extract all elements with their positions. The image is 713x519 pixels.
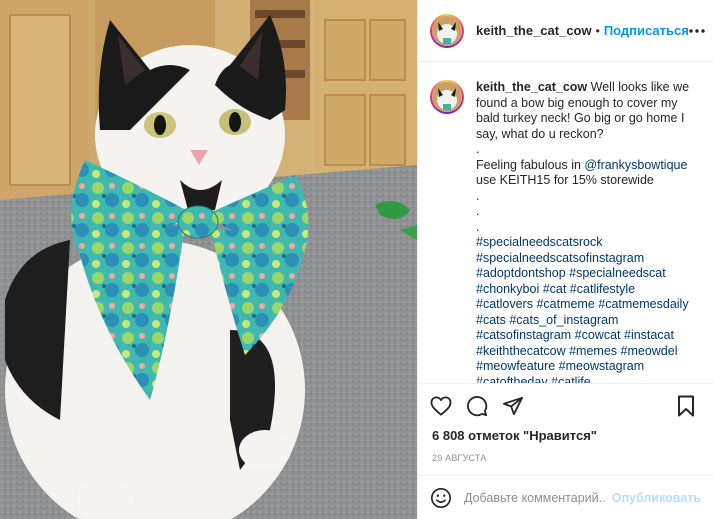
publish-button[interactable]: Опубликовать <box>612 491 701 505</box>
post-date[interactable]: 29 АВГУСТА <box>418 445 713 475</box>
hashtag-line[interactable]: #keiththecatcow #memes #meowdel <box>476 344 696 360</box>
caption-text: keith_the_cat_cow Well looks like we fou… <box>476 80 696 383</box>
bookmark-icon[interactable] <box>673 393 699 419</box>
caption-first-line: keith_the_cat_cow Well looks like we fou… <box>476 80 696 142</box>
post-side-panel: keith_the_cat_cow • Подписаться keith_th… <box>417 0 713 519</box>
post-header: keith_the_cat_cow • Подписаться <box>418 0 713 62</box>
caption-feeling-text: Feeling fabulous in <box>476 157 585 172</box>
caption-feeling-line: Feeling fabulous in @frankysbowtique <box>476 158 696 174</box>
hashtag-line[interactable]: #specialneedscatsofinstagram <box>476 251 696 267</box>
caption-promo-line: use KEITH15 for 15% storewide <box>476 173 654 187</box>
mention-link[interactable]: @frankysbowtique <box>584 158 687 172</box>
hashtag-line[interactable]: #catlovers #catmeme #catmemesdaily <box>476 297 696 313</box>
hashtag-line[interactable]: #catsofinstagram #cowcat #instacat <box>476 328 696 344</box>
emoji-icon[interactable] <box>430 486 454 510</box>
hashtag-line[interactable]: #specialneedscatsrock <box>476 235 696 251</box>
comments-section[interactable]: keith_the_cat_cow Well looks like we fou… <box>418 62 713 383</box>
cat-with-bow-image <box>0 0 417 519</box>
more-horizontal-icon[interactable] <box>689 22 705 40</box>
follow-button[interactable]: Подписаться <box>604 23 689 38</box>
header-separator: • <box>595 23 600 38</box>
caption-dot: . <box>476 188 480 203</box>
avatar-cat-icon <box>432 15 462 46</box>
caption-username-link[interactable]: keith_the_cat_cow <box>476 80 587 94</box>
post-photo[interactable] <box>0 0 417 519</box>
avatar-cat-icon <box>432 82 462 112</box>
hashtag-line[interactable]: #catoftheday #catlife <box>476 375 696 384</box>
caption-dot: . <box>476 204 480 218</box>
hashtag-line[interactable]: #meowfeature #meowstagram <box>476 359 696 375</box>
action-bar <box>418 383 713 427</box>
comment-input[interactable] <box>464 490 606 505</box>
caption-avatar[interactable] <box>430 80 464 114</box>
likes-count[interactable]: 6 808 отметок "Нравится" <box>418 427 713 445</box>
header-username-link[interactable]: keith_the_cat_cow <box>476 23 592 38</box>
heart-icon[interactable] <box>428 393 454 419</box>
hashtag-line[interactable]: #chonkyboi #cat #catlifestyle <box>476 282 696 298</box>
caption: keith_the_cat_cow Well looks like we fou… <box>430 80 701 383</box>
caption-dot: . <box>476 219 480 234</box>
share-icon[interactable] <box>500 393 526 419</box>
comment-icon[interactable] <box>464 393 490 419</box>
profile-avatar[interactable] <box>430 13 464 48</box>
instagram-post: keith_the_cat_cow • Подписаться keith_th… <box>0 0 713 519</box>
add-comment-bar: Опубликовать <box>418 475 713 519</box>
hashtag-line[interactable]: #adoptdontshop #specialneedscat <box>476 266 696 282</box>
hashtag-line[interactable]: #cats #cats_of_instagram <box>476 313 696 329</box>
caption-dot: . <box>476 142 480 156</box>
